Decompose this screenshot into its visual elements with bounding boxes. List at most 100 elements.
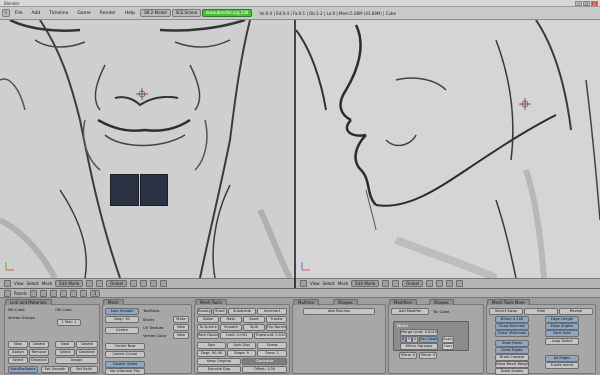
x-axis-mirror-toggle[interactable]: X-axis mirror bbox=[545, 362, 579, 369]
merge-limit-field[interactable]: Merge Limit: 0.0010 bbox=[400, 329, 438, 336]
add-modifier-button[interactable]: Add Modifier bbox=[391, 308, 429, 315]
panel-tab[interactable]: Mesh Tools bbox=[195, 299, 227, 305]
modifier-copy-button[interactable]: Copy bbox=[442, 343, 454, 350]
draw-vnormals-toggle[interactable]: Draw VNormals bbox=[495, 330, 529, 337]
orientation-dropdown[interactable]: Global bbox=[402, 280, 424, 287]
blender-url[interactable]: www.blender.org 248 bbox=[202, 9, 253, 17]
limit-field[interactable]: Limit: 0.001 bbox=[220, 332, 253, 339]
screw-button[interactable]: Screw bbox=[257, 342, 287, 349]
viewport-side[interactable] bbox=[296, 20, 600, 278]
scene-selector[interactable]: SCE:Scene bbox=[171, 9, 202, 17]
vgroup-remove-button[interactable]: Remove bbox=[29, 349, 49, 356]
material-index[interactable]: 1 Mat: 1 bbox=[57, 319, 81, 326]
draw-bevel-weights-toggle[interactable]: Draw Bevel Weights bbox=[495, 361, 529, 368]
hide-button[interactable]: Hide bbox=[524, 308, 558, 315]
menu-render[interactable]: Render bbox=[96, 11, 120, 16]
select-swap-button[interactable]: Select Swap bbox=[489, 308, 523, 315]
layer-icon[interactable] bbox=[456, 280, 464, 287]
spin-dup-button[interactable]: Spin Dup bbox=[227, 342, 256, 349]
hash-button[interactable]: Hash bbox=[220, 316, 242, 323]
innervert-button[interactable]: Innervert bbox=[257, 308, 287, 315]
material-assign-button[interactable]: Assign bbox=[55, 357, 98, 364]
mirror-modifier-name[interactable]: Mirror bbox=[397, 323, 408, 328]
double-sided-toggle[interactable]: Double Sided bbox=[105, 361, 145, 368]
split-button[interactable]: Split bbox=[243, 324, 265, 331]
centre-button[interactable]: Centre bbox=[105, 327, 139, 334]
rem-doubles-button[interactable]: Rem Doubles bbox=[197, 332, 219, 339]
draw-seams-toggle[interactable]: Draw Seams bbox=[495, 368, 529, 375]
turns-field[interactable]: Turns: 1 bbox=[257, 350, 287, 357]
view-menu[interactable]: View bbox=[310, 281, 320, 286]
beauty-toggle[interactable]: Beauty bbox=[197, 308, 212, 315]
spin-button[interactable]: Spin bbox=[197, 342, 226, 349]
mesh-block-right[interactable] bbox=[139, 174, 168, 206]
xsort-button[interactable]: Xsort bbox=[243, 316, 265, 323]
uv-new-button[interactable]: New bbox=[173, 324, 189, 331]
to-sphere-button[interactable]: To Sphere bbox=[197, 324, 219, 331]
mesh-block-left[interactable] bbox=[110, 174, 139, 206]
set-smooth-button[interactable]: Set Smooth bbox=[41, 366, 69, 373]
frame-field[interactable]: 1 bbox=[89, 289, 101, 297]
menu-timeline[interactable]: Timeline bbox=[45, 11, 72, 16]
menu-add[interactable]: Add bbox=[28, 11, 45, 16]
mode-dropdown[interactable]: Edit Mode bbox=[55, 280, 84, 287]
autotexspace-button[interactable]: AutoTexSpace bbox=[8, 366, 38, 373]
scene-context-icon[interactable] bbox=[79, 289, 87, 297]
logic-context-icon[interactable] bbox=[29, 289, 37, 297]
vgroup-delete-button[interactable]: Delete bbox=[29, 341, 49, 348]
select-menu[interactable]: Select bbox=[27, 281, 39, 286]
vertex-select-icon[interactable] bbox=[130, 280, 138, 287]
subdivide-button[interactable]: Subdivide bbox=[228, 308, 256, 315]
vgroup-deselect-button[interactable]: Deselect bbox=[29, 357, 49, 364]
add-multires-button[interactable]: Add Multires bbox=[303, 308, 375, 315]
vertex-select-icon[interactable] bbox=[426, 280, 434, 287]
nsize-field[interactable]: NSize: 0.100 bbox=[495, 316, 529, 323]
draw-normals-toggle[interactable]: Draw Normals bbox=[495, 323, 529, 330]
draw-edges-toggle[interactable]: Draw Edges bbox=[495, 347, 529, 354]
window-type-icon[interactable] bbox=[4, 289, 11, 297]
menu-file[interactable]: File bbox=[11, 11, 27, 16]
edge-length-toggle[interactable]: Edge Length bbox=[545, 316, 579, 323]
menu-game[interactable]: Game bbox=[73, 11, 94, 16]
viewport-front[interactable] bbox=[0, 20, 294, 278]
extrude-dup-button[interactable]: Extrude Dup bbox=[197, 366, 241, 373]
select-menu[interactable]: Select bbox=[323, 281, 335, 286]
material-delete-button[interactable]: Delete bbox=[76, 341, 98, 348]
draw-type-icon[interactable] bbox=[86, 280, 94, 287]
mesh-name[interactable]: ME:Cube bbox=[8, 307, 25, 312]
panel-tab[interactable]: Modifiers bbox=[389, 299, 418, 305]
layer-icon[interactable] bbox=[160, 280, 168, 287]
panels-menu[interactable]: Panels bbox=[14, 291, 27, 296]
keep-original-toggle[interactable]: Keep Original bbox=[197, 358, 241, 365]
mirror-vgroups-toggle[interactable]: Mirror Vgroups bbox=[400, 343, 438, 350]
edge-angles-toggle[interactable]: Edge Angles bbox=[545, 323, 579, 330]
reveal-button[interactable]: Reveal bbox=[559, 308, 593, 315]
spin-degr-field[interactable]: Degr: 90.00 bbox=[197, 350, 226, 357]
auto-smooth-toggle[interactable]: Auto Smooth bbox=[105, 308, 139, 315]
panel-tab[interactable]: Mesh bbox=[103, 299, 124, 305]
orientation-dropdown[interactable]: Global bbox=[106, 280, 128, 287]
editing-context-icon[interactable] bbox=[69, 289, 77, 297]
panel-tab[interactable]: Mesh Tools More bbox=[487, 299, 530, 305]
face-select-icon[interactable] bbox=[150, 280, 158, 287]
draw-creases-toggle[interactable]: Draw Creases bbox=[495, 354, 529, 361]
script-context-icon[interactable] bbox=[39, 289, 47, 297]
panel-tab-shapes[interactable]: Shapes bbox=[333, 299, 358, 305]
smooth-button[interactable]: Smooth bbox=[220, 324, 242, 331]
flip-normals-button[interactable]: Flip Normals bbox=[266, 324, 287, 331]
info-icon[interactable]: i bbox=[2, 9, 10, 17]
fractal-button[interactable]: Fractal bbox=[266, 316, 287, 323]
steps-field[interactable]: Steps: 9 bbox=[227, 350, 256, 357]
face-select-icon[interactable] bbox=[446, 280, 454, 287]
pivot-icon[interactable] bbox=[392, 280, 400, 287]
minimize-icon[interactable]: – bbox=[575, 1, 582, 6]
centre-cursor-button[interactable]: Centre Cursor bbox=[105, 351, 145, 358]
vgroup-new-button[interactable]: New bbox=[8, 341, 28, 348]
panel-tab-shapes[interactable]: Shapes bbox=[429, 299, 454, 305]
mesh-menu[interactable]: Mesh bbox=[42, 281, 53, 286]
close-icon[interactable]: × bbox=[591, 1, 598, 6]
vcol-new-button[interactable]: New bbox=[173, 332, 189, 339]
clockwise-toggle[interactable]: Clockwise bbox=[242, 358, 287, 365]
view-menu[interactable]: View bbox=[14, 281, 24, 286]
vgroup-assign-button[interactable]: Assign bbox=[8, 349, 28, 356]
